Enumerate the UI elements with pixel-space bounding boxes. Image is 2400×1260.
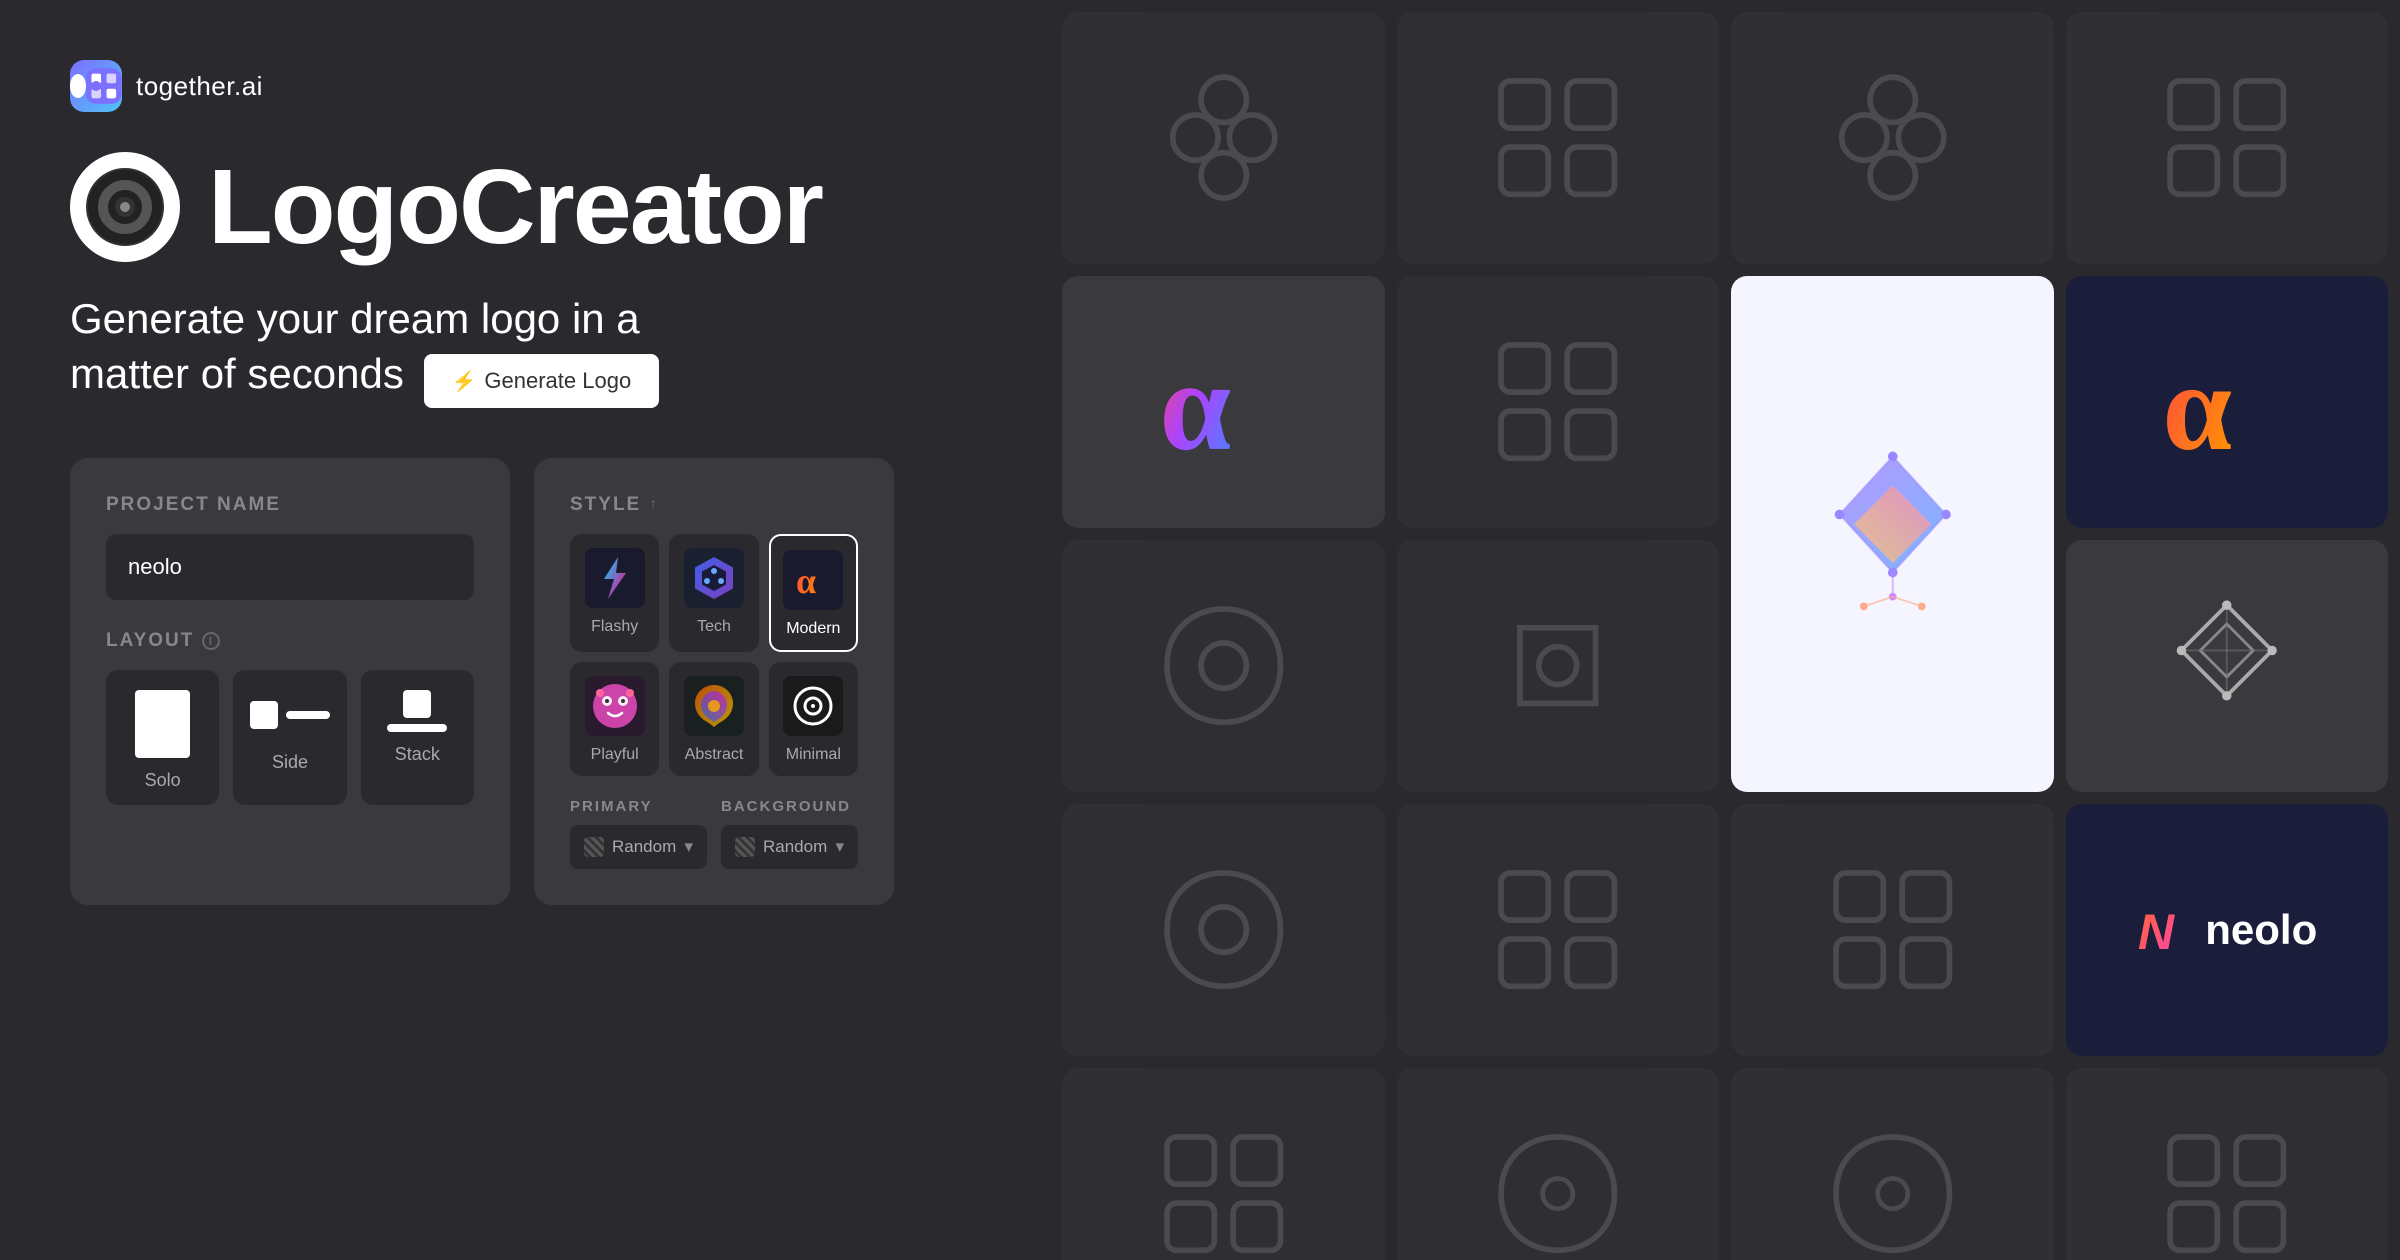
primary-color-swatch: [584, 837, 604, 857]
logo-cell-9[interactable]: [1062, 540, 1385, 792]
primary-color-group: PRIMARY Random ▾: [570, 798, 707, 869]
style-item-label-abstract: Abstract: [685, 746, 744, 764]
background-color-select[interactable]: Random ▾: [721, 825, 858, 869]
logo-cell-alpha-navy[interactable]: α: [2066, 276, 2389, 528]
layout-label: LAYOUT i: [106, 630, 474, 652]
brand-logo-icon: [70, 60, 122, 112]
style-grid: Flashy: [570, 534, 858, 776]
logo-cell-6[interactable]: [1397, 276, 1720, 528]
neolo-logo-display: N neolo: [2136, 903, 2317, 958]
logo-cell-17[interactable]: [1062, 1068, 1385, 1260]
form-row: PROJECT NAME LAYOUT i Solo: [70, 458, 980, 905]
style-item-minimal[interactable]: Minimal: [769, 662, 858, 776]
generate-logo-button[interactable]: ⚡ Generate Logo: [424, 354, 660, 408]
background-chevron-icon: ▾: [835, 837, 844, 857]
logo-cell-neolo[interactable]: N neolo: [2066, 804, 2389, 1056]
solo-icon: [135, 690, 190, 758]
color-row: PRIMARY Random ▾ BACKGROUND Random ▾: [570, 798, 858, 869]
logo-cell-20[interactable]: [2066, 1068, 2389, 1260]
layout-option-label-solo: Solo: [145, 770, 181, 791]
background-color-swatch: [735, 837, 755, 857]
style-count-badge: ↑: [649, 496, 657, 514]
logo-cell-14[interactable]: [1397, 804, 1720, 1056]
layout-option-side[interactable]: Side: [233, 670, 346, 805]
page-title: LogoCreator: [208, 154, 822, 260]
logo-cell-3[interactable]: [1731, 12, 2054, 264]
style-item-label-modern: Modern: [786, 620, 840, 638]
style-label: STYLE ↑: [570, 494, 858, 516]
playful-icon: [585, 676, 645, 736]
background-color-value: Random: [763, 837, 827, 857]
side-icon-square: [250, 701, 278, 729]
project-name-input[interactable]: [106, 534, 474, 600]
logo-cell-gradient-alpha[interactable]: α: [1062, 276, 1385, 528]
logo-cell-19[interactable]: [1731, 1068, 2054, 1260]
style-item-flashy[interactable]: Flashy: [570, 534, 659, 652]
primary-color-select[interactable]: Random ▾: [570, 825, 707, 869]
logo-cell-18[interactable]: [1397, 1068, 1720, 1260]
logo-cell-13[interactable]: [1062, 804, 1385, 1056]
logo-cell-15[interactable]: [1731, 804, 2054, 1056]
layout-option-label-stack: Stack: [395, 744, 440, 765]
layout-option-label-side: Side: [272, 752, 308, 773]
primary-color-label: PRIMARY: [570, 798, 707, 815]
stack-icon-square: [403, 690, 431, 718]
logo-cell-diamond-wire[interactable]: [2066, 540, 2389, 792]
svg-text:α: α: [796, 561, 816, 601]
brand-bar: together.ai: [70, 60, 980, 112]
abstract-icon: [684, 676, 744, 736]
hero-subtitle-area: Generate your dream logo in a matter of …: [70, 292, 980, 408]
primary-chevron-icon: ▾: [684, 837, 693, 857]
minimal-icon: [783, 676, 843, 736]
style-item-abstract[interactable]: Abstract: [669, 662, 758, 776]
logo-cell-featured-diamond[interactable]: [1731, 276, 2054, 792]
brand-name: together.ai: [136, 71, 263, 102]
logo-cell-1[interactable]: [1062, 12, 1385, 264]
primary-color-value: Random: [612, 837, 676, 857]
style-item-tech[interactable]: Tech: [669, 534, 758, 652]
logo-gallery-grid: α: [1050, 0, 2400, 1260]
project-layout-panel: PROJECT NAME LAYOUT i Solo: [70, 458, 510, 905]
logo-cell-10[interactable]: [1397, 540, 1720, 792]
style-item-label-playful: Playful: [591, 746, 639, 764]
background-color-label: BACKGROUND: [721, 798, 858, 815]
style-item-modern[interactable]: α Modern: [769, 534, 858, 652]
style-item-label-minimal: Minimal: [786, 746, 841, 764]
flashy-icon: [585, 548, 645, 608]
layout-option-solo[interactable]: Solo: [106, 670, 219, 805]
svg-text:N: N: [2138, 904, 2175, 958]
modern-icon: α: [783, 550, 843, 610]
main-container: together.ai LogoCreator Generate your dr…: [0, 0, 2400, 1260]
background-color-group: BACKGROUND Random ▾: [721, 798, 858, 869]
side-icon: [250, 690, 330, 740]
layout-info-icon: i: [202, 632, 220, 650]
tech-icon: [684, 548, 744, 608]
style-item-label-flashy: Flashy: [591, 618, 638, 636]
style-item-playful[interactable]: Playful: [570, 662, 659, 776]
layout-option-stack[interactable]: Stack: [361, 670, 474, 805]
svg-text:α: α: [1159, 334, 1231, 477]
project-name-label: PROJECT NAME: [106, 494, 474, 516]
hero-subtitle: Generate your dream logo in a matter of …: [70, 292, 750, 408]
left-panel: together.ai LogoCreator Generate your dr…: [0, 0, 1050, 1260]
lightning-icon: ⚡: [452, 369, 477, 394]
layout-options: Solo Side Stack: [106, 670, 474, 805]
logo-cell-2[interactable]: [1397, 12, 1720, 264]
right-panel: α: [1050, 0, 2400, 1260]
hero-title-row: LogoCreator: [70, 152, 980, 262]
hero-logo-circle: [70, 152, 180, 262]
stack-icon: [382, 690, 452, 732]
stack-icon-line: [387, 724, 447, 732]
style-item-label-tech: Tech: [697, 618, 731, 636]
svg-text:α: α: [2162, 338, 2232, 476]
side-icon-line: [286, 711, 330, 719]
neolo-text-display: neolo: [2205, 906, 2317, 954]
logo-cell-4[interactable]: [2066, 12, 2389, 264]
style-panel: STYLE ↑: [534, 458, 894, 905]
